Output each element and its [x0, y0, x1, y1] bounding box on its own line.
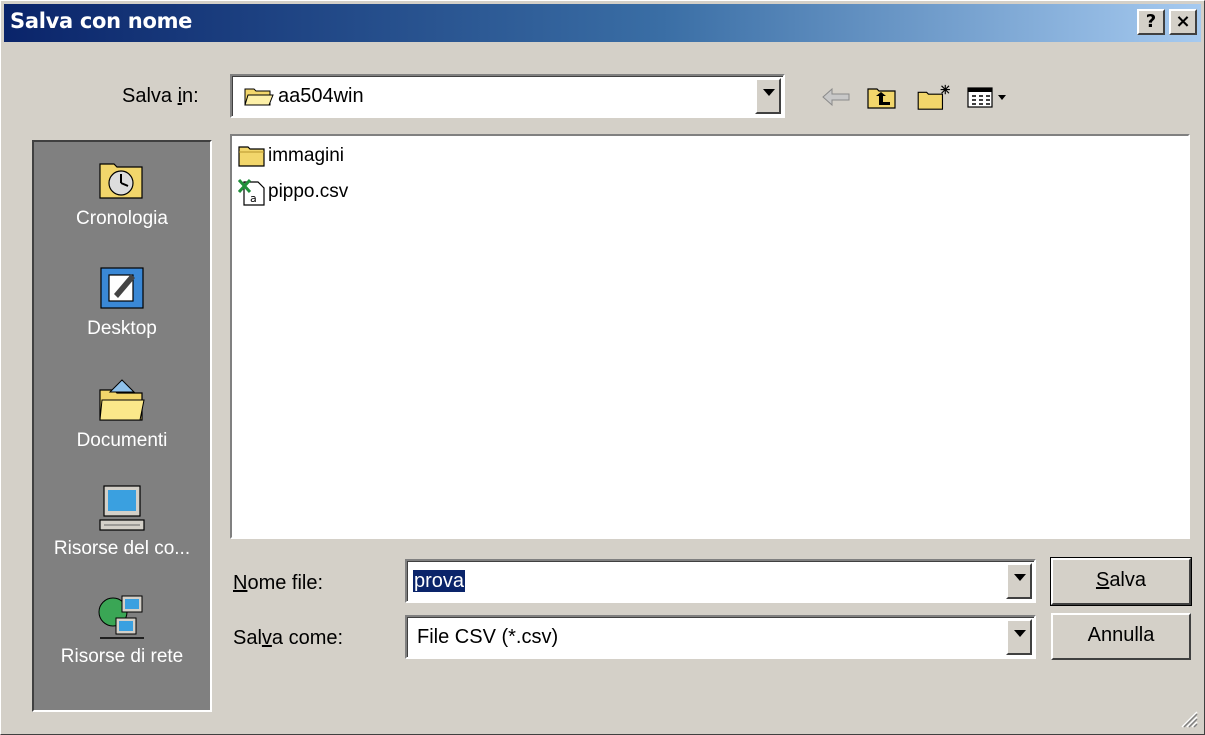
filename-label: Nome file:	[233, 572, 324, 594]
places-bar: Cronologia Desktop Documenti Risorse del…	[32, 140, 212, 712]
svg-text:a: a	[250, 192, 257, 205]
view-menu-icon[interactable]	[965, 83, 1017, 111]
title-bar[interactable]: Salva con nome ? ×	[4, 4, 1201, 42]
place-history[interactable]: Cronologia	[34, 152, 210, 230]
close-button[interactable]: ×	[1169, 9, 1197, 35]
resize-grip-icon[interactable]	[1178, 708, 1198, 728]
filename-input[interactable]: prova	[405, 559, 1036, 603]
file-item-folder[interactable]: immagini	[238, 144, 344, 172]
save-in-dropdown-button[interactable]	[755, 78, 781, 114]
filetype-select[interactable]: File CSV (*.csv)	[405, 615, 1036, 659]
save-button[interactable]: Salva	[1050, 557, 1192, 606]
folder-open-icon	[244, 88, 274, 106]
place-network[interactable]: Risorse di rete	[34, 590, 210, 668]
cancel-button[interactable]: Annulla	[1051, 613, 1191, 660]
folder-icon	[238, 146, 265, 167]
dialog-title: Salva con nome	[10, 9, 193, 33]
filetype-label: Salva come:	[233, 627, 344, 649]
my-computer-icon	[99, 485, 145, 531]
network-icon	[98, 595, 144, 639]
documents-icon	[99, 379, 145, 421]
save-in-value: aa504win	[278, 85, 364, 107]
filetype-value: File CSV (*.csv)	[417, 626, 559, 648]
desktop-icon	[100, 267, 144, 309]
save-as-dialog: Salva con nome ? × Salva in: aa504win Cr…	[0, 0, 1205, 735]
history-icon	[99, 163, 143, 199]
new-folder-icon[interactable]	[915, 83, 955, 111]
save-in-label: Salva in:	[122, 85, 199, 107]
place-documents[interactable]: Documenti	[34, 374, 210, 452]
up-folder-icon[interactable]	[865, 83, 901, 111]
file-list[interactable]: immagini a pippo.csv	[230, 134, 1190, 539]
csv-file-icon: a	[237, 178, 265, 206]
save-in-combo[interactable]: aa504win	[230, 74, 785, 118]
filename-dropdown-button[interactable]	[1006, 563, 1032, 599]
place-my-computer[interactable]: Risorse del co...	[34, 482, 210, 560]
filename-value: prova	[413, 570, 466, 592]
filetype-dropdown-button[interactable]	[1006, 619, 1032, 655]
place-desktop[interactable]: Desktop	[34, 262, 210, 340]
back-arrow-icon[interactable]	[819, 83, 855, 111]
help-button[interactable]: ?	[1137, 9, 1165, 35]
file-item-csv[interactable]: a pippo.csv	[237, 178, 348, 206]
